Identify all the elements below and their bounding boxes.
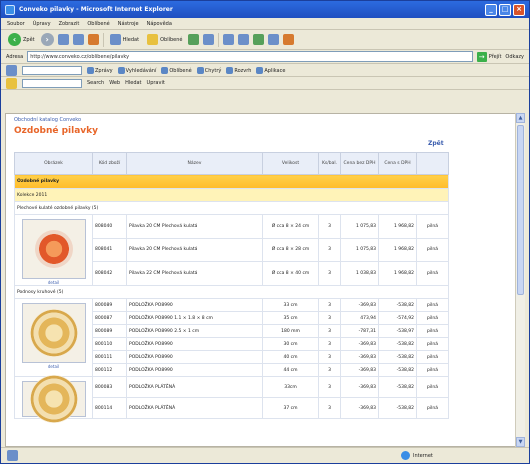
window-title: Conveko pilavky - Microsoft Internet Exp… xyxy=(19,6,173,13)
product-image[interactable] xyxy=(21,219,86,279)
toolbar2-item[interactable]: Chytrý xyxy=(196,66,221,74)
menu-tools[interactable]: Nástroje xyxy=(118,21,139,27)
toolbar2-item[interactable]: Vyhledávání xyxy=(117,66,156,74)
col-header: Velikost xyxy=(262,152,319,175)
star-icon xyxy=(147,34,159,45)
go-arrow-icon: → xyxy=(476,51,487,62)
menu-file[interactable]: Soubor xyxy=(7,21,25,27)
toolbar3-item[interactable]: Hledat xyxy=(125,80,141,86)
col-header: Ks/bal. xyxy=(318,152,341,175)
browser-window: Conveko pilavky - Microsoft Internet Exp… xyxy=(0,0,530,464)
page-content: Obchodní katalog Conveko Ozdobné pilavky… xyxy=(5,113,517,447)
table-header: Obrázek Kód zboží Název Velikost Ks/bal.… xyxy=(14,152,449,175)
scroll-thumb[interactable] xyxy=(517,125,524,295)
security-zone: Internet xyxy=(413,452,433,459)
scroll-up-button[interactable]: ▲ xyxy=(516,113,525,123)
product-image-cell[interactable]: detail xyxy=(14,298,93,377)
back-arrow-icon: ‹ xyxy=(8,33,21,46)
stop-icon[interactable] xyxy=(57,34,69,45)
image-caption[interactable]: detail xyxy=(17,280,90,285)
vertical-scrollbar[interactable]: ▲ ▼ xyxy=(515,113,525,447)
mail-icon[interactable] xyxy=(223,34,235,45)
toolbar2-item[interactable]: Rozvrh xyxy=(226,66,251,74)
forward-button[interactable]: › xyxy=(40,33,54,46)
refresh-icon[interactable] xyxy=(72,34,84,45)
menu-favorites[interactable]: Oblíbené xyxy=(87,21,109,27)
messenger-icon[interactable] xyxy=(283,34,295,45)
ie-icon xyxy=(5,4,15,15)
discuss-icon[interactable] xyxy=(268,34,280,45)
toolbar-logo-icon xyxy=(6,64,17,76)
address-bar: Adresa http://www.conveko.cz/oblibene/pi… xyxy=(1,50,529,64)
maximize-button[interactable]: □ xyxy=(499,3,511,16)
menu-view[interactable]: Zobrazit xyxy=(59,21,80,27)
table-row[interactable]: detail 800089 PODLOŽKA PO8990 33 cm 3 -3… xyxy=(14,298,449,377)
search-toolbar: Search Web Hledat Upravit xyxy=(1,77,529,90)
standard-toolbar: ‹ Zpět › Hledat Oblíbené xyxy=(1,30,529,50)
menu-help[interactable]: Nápověda xyxy=(147,21,172,27)
product-image-cell[interactable] xyxy=(14,375,93,423)
page-title: Ozdobné pilavky xyxy=(14,126,99,136)
search-icon xyxy=(109,34,121,45)
menu-bar: Soubor Úpravy Zobrazit Oblíbené Nástroje… xyxy=(1,18,529,30)
title-bar: Conveko pilavky - Microsoft Internet Exp… xyxy=(1,1,529,18)
close-button[interactable]: × xyxy=(513,3,525,16)
toolbar2-item[interactable]: Oblíbené xyxy=(161,66,192,74)
history-icon[interactable] xyxy=(203,34,215,45)
group-head[interactable]: Plechové kulaté ozdobné pilavky (5) xyxy=(14,201,449,215)
toolbar3-item[interactable]: Web xyxy=(109,80,120,86)
col-header: Cena bez DPH xyxy=(340,152,379,175)
page-status-icon xyxy=(7,450,18,461)
back-link[interactable]: Zpět xyxy=(428,140,444,147)
product-image-cell[interactable]: detail xyxy=(14,214,93,286)
product-image[interactable] xyxy=(21,375,86,423)
col-header: Cena s DPH xyxy=(378,152,417,175)
col-header: Kód zboží xyxy=(92,152,127,175)
media-icon[interactable] xyxy=(188,34,200,45)
product-table: Obrázek Kód zboží Název Velikost Ks/bal.… xyxy=(14,152,449,423)
globe-icon xyxy=(401,451,410,460)
toolbar3-item[interactable]: Upravit xyxy=(147,80,165,86)
links-label[interactable]: Odkazy xyxy=(505,54,524,60)
toolbar2-item[interactable]: Aplikace xyxy=(256,66,285,74)
toolbar3-search-input[interactable] xyxy=(22,78,82,88)
toolbar-search-input[interactable] xyxy=(22,65,82,75)
col-header: Obrázek xyxy=(14,152,93,175)
edit-icon[interactable] xyxy=(253,34,265,45)
menu-edit[interactable]: Úpravy xyxy=(33,21,51,27)
search-button[interactable]: Hledat xyxy=(108,33,141,46)
status-bar: Internet xyxy=(1,447,529,463)
address-label: Adresa xyxy=(6,53,24,60)
breadcrumb[interactable]: Obchodní katalog Conveko xyxy=(14,117,81,123)
col-header: Název xyxy=(126,152,263,175)
home-icon[interactable] xyxy=(87,34,99,45)
address-input[interactable]: http://www.conveko.cz/oblibene/pilavky xyxy=(27,51,473,62)
group-head[interactable]: Podnosy kruhové (5) xyxy=(14,285,449,299)
table-row[interactable]: 800083 PODLOŽKA PLÁTĚNÁ 33cm 3 -369,83 -… xyxy=(14,375,449,423)
toolbar2-item[interactable]: Zprávy xyxy=(87,66,113,74)
print-icon[interactable] xyxy=(238,34,250,45)
table-row[interactable]: detail 808040 Pilavka 20 CM Plechová kul… xyxy=(14,214,449,286)
minimize-button[interactable]: _ xyxy=(485,3,497,16)
scroll-down-button[interactable]: ▼ xyxy=(516,437,525,447)
links-toolbar: Zprávy Vyhledávání Oblíbené Chytrý Rozvr… xyxy=(1,64,529,77)
back-button[interactable]: ‹ Zpět xyxy=(6,32,37,47)
go-button[interactable]: → Přejít xyxy=(476,51,501,62)
image-caption[interactable]: detail xyxy=(17,364,90,369)
section-title: Ozdobné pilavky xyxy=(14,174,449,189)
favorites-button[interactable]: Oblíbené xyxy=(145,33,184,46)
sub-section-title: Kolekce 2011 xyxy=(14,188,449,202)
col-header xyxy=(416,152,449,175)
toolbar-brand-icon xyxy=(6,77,17,89)
product-image[interactable] xyxy=(21,303,86,363)
toolbar3-item[interactable]: Search xyxy=(87,80,104,86)
